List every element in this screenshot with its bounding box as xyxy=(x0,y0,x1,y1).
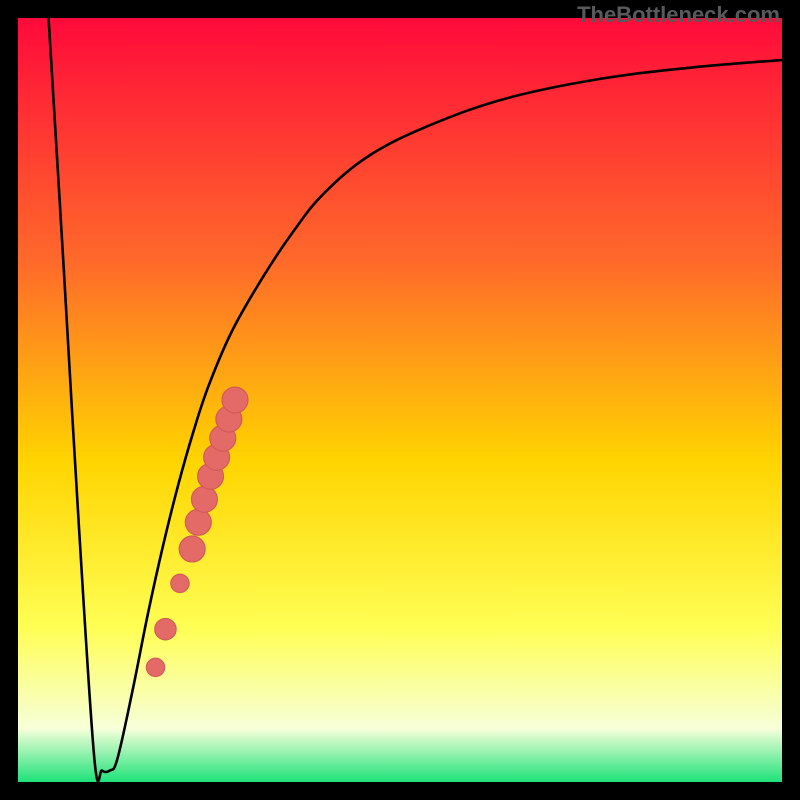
marker-point xyxy=(155,619,176,640)
chart-frame: TheBottleneck.com xyxy=(0,0,800,800)
marker-point xyxy=(185,509,211,535)
chart-plot xyxy=(18,18,782,782)
marker-point xyxy=(222,387,248,413)
gradient-background xyxy=(18,18,782,782)
marker-point xyxy=(171,574,189,592)
marker-point xyxy=(179,536,205,562)
watermark: TheBottleneck.com xyxy=(577,2,780,28)
marker-point xyxy=(191,486,217,512)
marker-point xyxy=(146,658,164,676)
